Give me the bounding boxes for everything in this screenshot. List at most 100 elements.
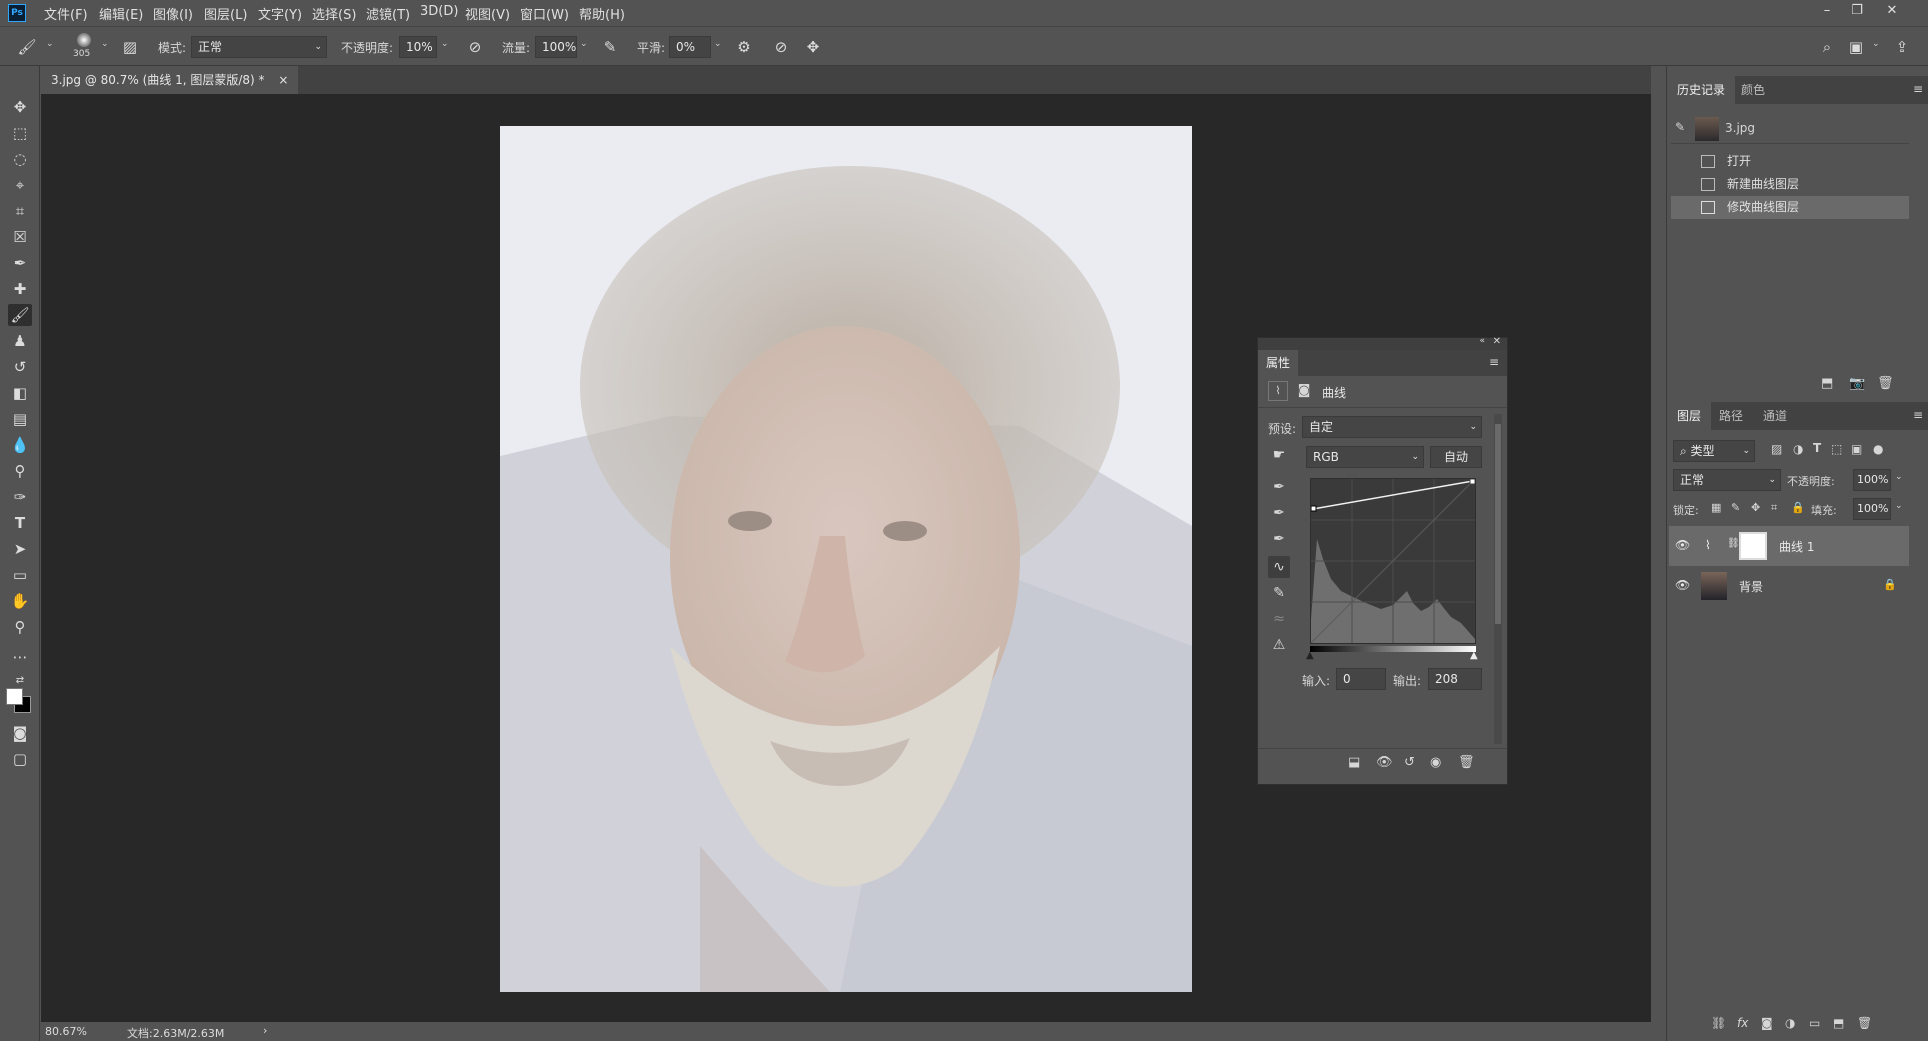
- new-group-icon[interactable]: ▭: [1809, 1016, 1820, 1030]
- black-point-eyedropper-icon[interactable]: ✒: [1268, 476, 1290, 498]
- mask-icon[interactable]: ◙: [1294, 381, 1314, 401]
- on-image-adjust-icon[interactable]: ☛: [1268, 444, 1290, 466]
- frame-tool-icon[interactable]: ☒: [8, 226, 32, 248]
- fx-icon[interactable]: fx: [1737, 1016, 1748, 1030]
- link-icon[interactable]: ⛓: [1727, 538, 1740, 549]
- document-image[interactable]: [500, 126, 1192, 992]
- chevron-down-icon[interactable]: ⌄: [1895, 472, 1903, 482]
- menu-file[interactable]: 文件(F): [44, 4, 88, 23]
- lasso-tool-icon[interactable]: ◌: [8, 148, 32, 170]
- smooth-curve-icon[interactable]: ≈: [1268, 608, 1290, 630]
- rectangle-tool-icon[interactable]: ▭: [8, 564, 32, 586]
- visibility-eye-icon[interactable]: 👁: [1675, 538, 1690, 552]
- properties-panel-titlebar[interactable]: « ✕: [1258, 336, 1507, 350]
- history-snapshot[interactable]: ✎ 3.jpg: [1671, 114, 1909, 144]
- lock-all-icon[interactable]: 🔒: [1791, 501, 1805, 514]
- black-input-slider[interactable]: ▲: [1306, 650, 1314, 661]
- layer-filter-select[interactable]: ⌕ 类型 ⌄: [1673, 440, 1755, 462]
- zoom-tool-icon[interactable]: ⚲: [8, 616, 32, 638]
- gear-icon[interactable]: ⚙: [733, 36, 755, 58]
- reset-icon[interactable]: ↺: [1404, 755, 1415, 770]
- smart-object-filter-icon[interactable]: ▣: [1851, 442, 1862, 456]
- history-brush-tool-icon[interactable]: ↺: [8, 356, 32, 378]
- brush-settings-panel-icon[interactable]: ▨: [119, 36, 141, 58]
- more-tools-icon[interactable]: ⋯: [8, 646, 32, 668]
- move-tool-icon[interactable]: ✥: [8, 96, 32, 118]
- menu-select[interactable]: 选择(S): [312, 4, 356, 23]
- blur-tool-icon[interactable]: 💧: [8, 434, 32, 456]
- menu-type[interactable]: 文字(Y): [258, 4, 302, 23]
- tab-color[interactable]: 颜色: [1731, 76, 1775, 104]
- curves-adjustment-icon[interactable]: ⌇: [1268, 381, 1288, 401]
- filter-toggle-icon[interactable]: ●: [1873, 442, 1883, 456]
- share-icon[interactable]: ⇪: [1891, 36, 1913, 58]
- fill-input[interactable]: 100%: [1853, 498, 1891, 520]
- color-swatches[interactable]: [6, 688, 32, 714]
- marquee-tool-icon[interactable]: ⬚: [8, 122, 32, 144]
- lock-artboard-icon[interactable]: ⌗: [1771, 501, 1777, 515]
- history-item[interactable]: 修改曲线图层: [1671, 196, 1909, 219]
- menu-layer[interactable]: 图层(L): [204, 4, 247, 23]
- layer-row-curves[interactable]: 👁 ⌇ ⛓ 曲线 1: [1669, 526, 1909, 566]
- clip-to-layer-icon[interactable]: ⬓: [1348, 755, 1360, 770]
- crop-tool-icon[interactable]: ⌗: [8, 200, 32, 222]
- screen-mode-icon[interactable]: ▢: [8, 748, 32, 770]
- symmetry-icon[interactable]: ✥: [802, 36, 824, 58]
- panel-menu-icon[interactable]: ≡: [1913, 82, 1923, 96]
- collapse-icon[interactable]: «: [1479, 336, 1485, 346]
- chevron-down-icon[interactable]: ⌄: [46, 39, 54, 49]
- chevron-down-icon[interactable]: ⌄: [441, 39, 449, 49]
- tab-layers[interactable]: 图层: [1667, 402, 1712, 430]
- opacity-input[interactable]: 10%: [399, 36, 437, 58]
- new-adjustment-layer-icon[interactable]: ◑: [1785, 1016, 1795, 1030]
- lock-transparent-icon[interactable]: ▦: [1711, 501, 1721, 514]
- quick-mask-icon[interactable]: ◙: [8, 722, 32, 744]
- brush-tool-preset-icon[interactable]: 🖌: [16, 36, 38, 58]
- chevron-down-icon[interactable]: ⌄: [580, 39, 588, 49]
- output-value-field[interactable]: 208: [1428, 668, 1482, 690]
- tab-paths[interactable]: 路径: [1709, 402, 1753, 430]
- smoothing-input[interactable]: 0%: [669, 36, 711, 58]
- zoom-level[interactable]: 80.67%: [45, 1025, 87, 1038]
- curves-graph[interactable]: [1310, 478, 1476, 644]
- brush-preset-picker[interactable]: 305: [70, 31, 98, 65]
- add-mask-icon[interactable]: ◙: [1761, 1016, 1773, 1030]
- minimize-button[interactable]: –: [1816, 1, 1838, 21]
- eyedropper-tool-icon[interactable]: ✒: [8, 252, 32, 274]
- panel-menu-icon[interactable]: ≡: [1489, 355, 1499, 369]
- shape-layer-filter-icon[interactable]: ⬚: [1831, 442, 1842, 456]
- tab-properties[interactable]: 属性: [1258, 350, 1299, 376]
- restore-button[interactable]: ❐: [1846, 1, 1868, 21]
- history-brush-source-icon[interactable]: ✎: [1675, 120, 1685, 134]
- preset-select[interactable]: 自定 ⌄: [1302, 416, 1482, 438]
- chevron-down-icon[interactable]: ⌄: [1895, 501, 1903, 511]
- tab-history[interactable]: 历史记录: [1667, 76, 1736, 104]
- foreground-color-swatch[interactable]: [6, 688, 23, 705]
- chevron-down-icon[interactable]: ⌄: [714, 39, 722, 49]
- menu-3d[interactable]: 3D(D): [420, 4, 458, 19]
- layer-row-background[interactable]: 👁 背景 🔒: [1669, 566, 1909, 606]
- workspace-icon[interactable]: ▣: [1845, 36, 1867, 58]
- visibility-eye-icon[interactable]: ◉: [1430, 755, 1441, 770]
- lock-position-icon[interactable]: ✥: [1751, 501, 1760, 514]
- layer-mask-thumbnail[interactable]: [1739, 532, 1767, 560]
- panel-menu-icon[interactable]: ≡: [1913, 408, 1923, 422]
- input-value-field[interactable]: 0: [1336, 668, 1386, 690]
- new-layer-icon[interactable]: ⬒: [1833, 1016, 1844, 1030]
- gradient-tool-icon[interactable]: ▤: [8, 408, 32, 430]
- channel-select[interactable]: RGB ⌄: [1306, 446, 1424, 468]
- delete-layer-icon[interactable]: 🗑: [1857, 1016, 1872, 1030]
- chevron-down-icon[interactable]: ⌄: [101, 39, 109, 49]
- white-point-eyedropper-icon[interactable]: ✒: [1268, 528, 1290, 550]
- blend-mode-select[interactable]: 正常 ⌄: [1673, 469, 1781, 491]
- menu-help[interactable]: 帮助(H): [579, 4, 625, 23]
- lock-pixels-icon[interactable]: ✎: [1731, 501, 1740, 514]
- type-tool-icon[interactable]: T: [8, 512, 32, 534]
- gray-point-eyedropper-icon[interactable]: ✒: [1268, 502, 1290, 524]
- close-window-button[interactable]: ✕: [1881, 1, 1903, 21]
- eraser-tool-icon[interactable]: ◧: [8, 382, 32, 404]
- link-layers-icon[interactable]: ⛓: [1711, 1016, 1726, 1030]
- document-tab[interactable]: 3.jpg @ 80.7% (曲线 1, 图层蒙版/8) * ×: [41, 66, 299, 94]
- visibility-eye-icon[interactable]: 👁: [1675, 578, 1690, 592]
- airbrush-icon[interactable]: ✎: [599, 36, 621, 58]
